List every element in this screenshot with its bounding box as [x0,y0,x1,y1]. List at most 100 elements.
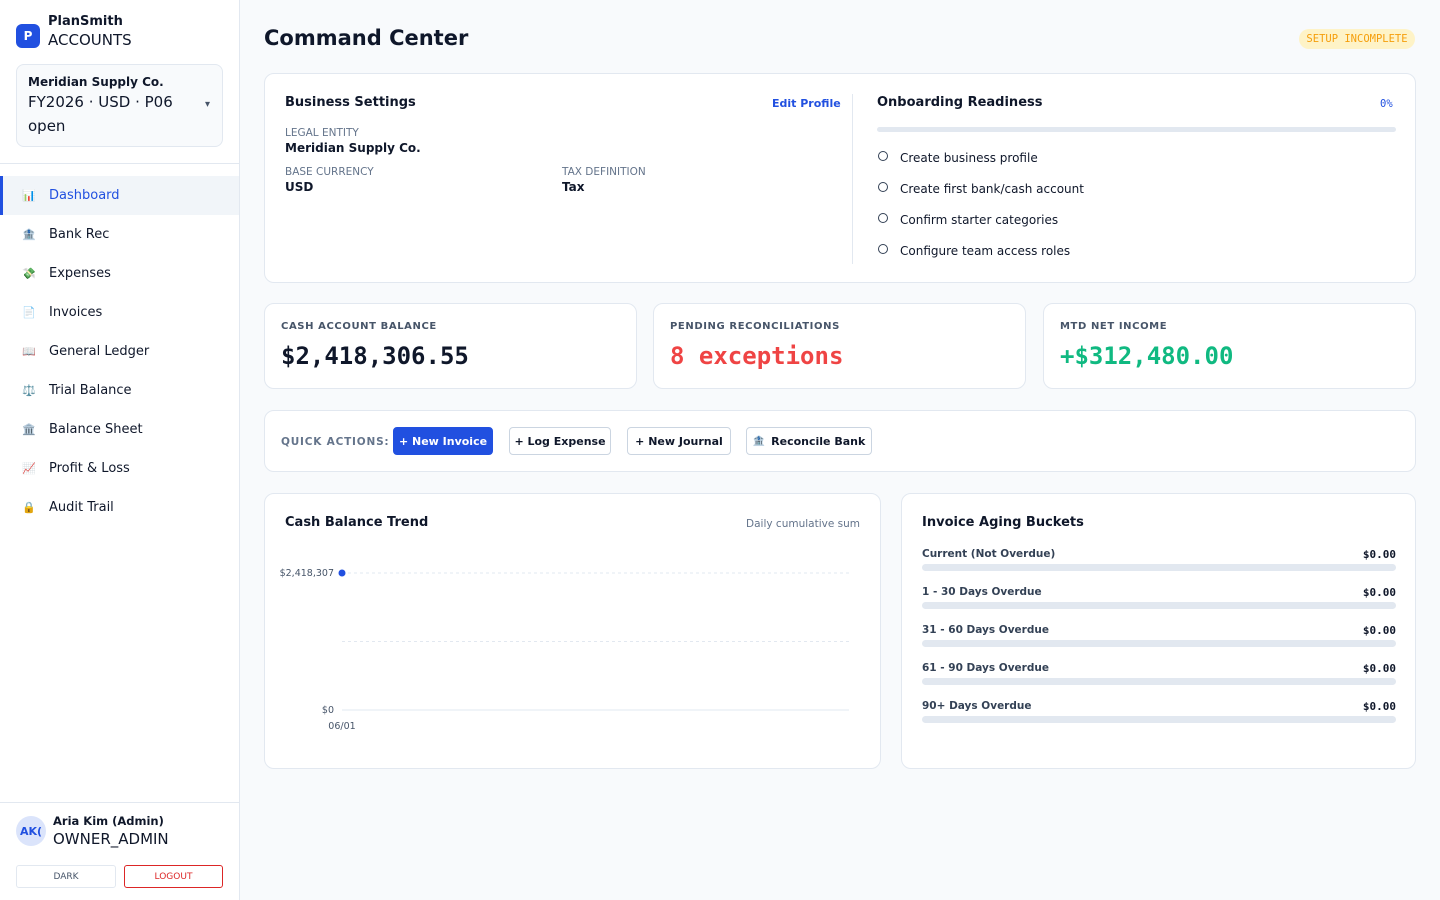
aging-title: Invoice Aging Buckets [922,515,1084,530]
data-point [338,569,346,577]
user-profile[interactable]: AK( Aria Kim (Admin) OWNER_ADMIN [16,813,169,849]
logout-button[interactable]: LOGOUT [124,865,223,888]
checklist-item-label: Create business profile [900,151,1038,165]
new-journal-button[interactable]: + New Journal [627,427,731,455]
quick-actions-label: QUICK ACTIONS: [281,436,390,448]
tax-definition-label: TAX DEFINITION [562,166,646,178]
sidebar-divider [0,163,239,164]
cash-balance-line-chart: $2,418,307 $0 06/01 [280,568,849,732]
dark-mode-button[interactable]: DARK [16,865,116,888]
checklist-item-label: Confirm starter categories [900,213,1059,227]
y-tick-label: $0 [322,705,334,716]
kpi-label: PENDING RECONCILIATIONS [670,321,840,332]
sidebar-nav: 📊 Dashboard 🏦 Bank Rec 💸 Expenses 📄 Invo… [0,176,239,527]
sidebar-item-label: General Ledger [49,344,150,359]
sidebar-item-bank-rec[interactable]: 🏦 Bank Rec [0,215,239,254]
bank-icon: 🏦 [22,228,36,241]
checkbox-circle-icon [878,244,888,254]
sidebar-item-general-ledger[interactable]: 📖 General Ledger [0,332,239,371]
user-name: Aria Kim (Admin) [53,814,164,828]
onboarding-progress-bar [877,127,1396,132]
checklist-item-label: Create first bank/cash account [900,182,1084,196]
bucket-amount: $0.00 [1362,548,1396,561]
edit-profile-link[interactable]: Edit Profile [772,97,841,110]
checklist-item-label: Configure team access roles [900,244,1071,258]
kpi-value: 8 exceptions [670,342,844,370]
user-role: OWNER_ADMIN [53,830,169,848]
chevron-down-icon: ▾ [204,99,210,110]
checklist-item[interactable]: Configure team access roles [878,244,1070,258]
bucket-bar [922,602,1396,609]
base-currency-label: BASE CURRENCY [285,166,374,178]
onboarding-title: Onboarding Readiness [877,95,1043,110]
sidebar-item-expenses[interactable]: 💸 Expenses [0,254,239,293]
bucket-amount: $0.00 [1362,624,1396,637]
bucket-bar [922,640,1396,647]
checklist-item[interactable]: Create first bank/cash account [878,182,1084,196]
kpi-value: +$312,480.00 [1060,342,1234,370]
legal-entity-label: LEGAL ENTITY [285,127,359,139]
kpi-card-pending-reconciliations: PENDING RECONCILIATIONS 8 exceptions [653,303,1026,389]
sidebar-item-dashboard[interactable]: 📊 Dashboard [0,176,239,215]
x-tick-label: 06/01 [328,721,355,732]
kpi-label: CASH ACCOUNT BALANCE [281,321,437,332]
reconcile-bank-button[interactable]: 🏦 Reconcile Bank [746,427,872,455]
sidebar-item-trial-balance[interactable]: ⚖️ Trial Balance [0,371,239,410]
invoice-aging-card: Invoice Aging Buckets Current (Not Overd… [901,493,1416,769]
status-badge: SETUP INCOMPLETE [1299,29,1415,49]
sidebar-item-label: Trial Balance [49,383,132,398]
sidebar-item-invoices[interactable]: 📄 Invoices [0,293,239,332]
section-divider [852,94,853,264]
log-expense-button[interactable]: + Log Expense [509,427,611,455]
quick-actions-bar: QUICK ACTIONS: + New Invoice + Log Expen… [264,410,1416,472]
lock-icon: 🔒 [22,501,36,514]
bucket-label: 90+ Days Overdue [922,700,1032,712]
tax-definition-value: Tax [562,180,585,194]
checklist-item[interactable]: Create business profile [878,151,1038,165]
document-icon: 📄 [22,306,36,319]
brand-logo: P [16,24,40,48]
legal-entity-value: Meridian Supply Co. [285,141,421,155]
scales-icon: ⚖️ [22,384,36,397]
line-chart-icon: 📈 [22,462,36,475]
base-currency-value: USD [285,180,314,194]
sidebar-footer-divider [0,802,239,803]
sidebar-item-balance-sheet[interactable]: 🏛️ Balance Sheet [0,410,239,449]
aging-bucket: Current (Not Overdue) $0.00 [922,548,1396,571]
book-icon: 📖 [22,345,36,358]
page-title: Command Center [264,26,469,50]
bank-icon: 🏦 [752,435,766,447]
company-selector[interactable]: Meridian Supply Co. FY2026 · USD · P06 o… [16,64,223,147]
bucket-label: Current (Not Overdue) [922,548,1056,560]
bucket-amount: $0.00 [1362,700,1396,713]
reconcile-bank-label: Reconcile Bank [771,434,866,448]
checklist-item[interactable]: Confirm starter categories [878,213,1058,227]
sidebar-item-label: Audit Trail [49,500,114,515]
sidebar-item-audit-trail[interactable]: 🔒 Audit Trail [0,488,239,527]
bucket-amount: $0.00 [1362,662,1396,675]
bucket-label: 61 - 90 Days Overdue [922,662,1049,674]
sidebar-item-label: Balance Sheet [49,422,143,437]
sidebar-item-profit-loss[interactable]: 📈 Profit & Loss [0,449,239,488]
business-settings-title: Business Settings [285,95,416,110]
bar-chart-icon: 📊 [22,189,36,202]
kpi-label: MTD NET INCOME [1060,321,1168,332]
kpi-value: $2,418,306.55 [281,342,469,370]
brand[interactable]: P PlanSmith ACCOUNTS [16,14,132,50]
kpi-card-mtd-net-income: MTD NET INCOME +$312,480.00 [1043,303,1416,389]
checkbox-circle-icon [878,151,888,161]
new-invoice-button[interactable]: + New Invoice [393,427,493,455]
onboarding-percent: 0% [1380,98,1393,110]
aging-bucket: 31 - 60 Days Overdue $0.00 [922,624,1396,647]
bucket-amount: $0.00 [1362,586,1396,599]
sidebar: P PlanSmith ACCOUNTS Meridian Supply Co.… [0,0,240,900]
checkbox-circle-icon [878,213,888,223]
bucket-bar [922,678,1396,685]
company-name: Meridian Supply Co. [28,75,164,89]
aging-bucket: 1 - 30 Days Overdue $0.00 [922,586,1396,609]
brand-name: PlanSmith [48,14,123,29]
y-tick-label: $2,418,307 [280,568,334,579]
sidebar-item-label: Invoices [49,305,103,320]
sidebar-item-label: Dashboard [49,188,120,203]
building-icon: 🏛️ [22,423,36,436]
